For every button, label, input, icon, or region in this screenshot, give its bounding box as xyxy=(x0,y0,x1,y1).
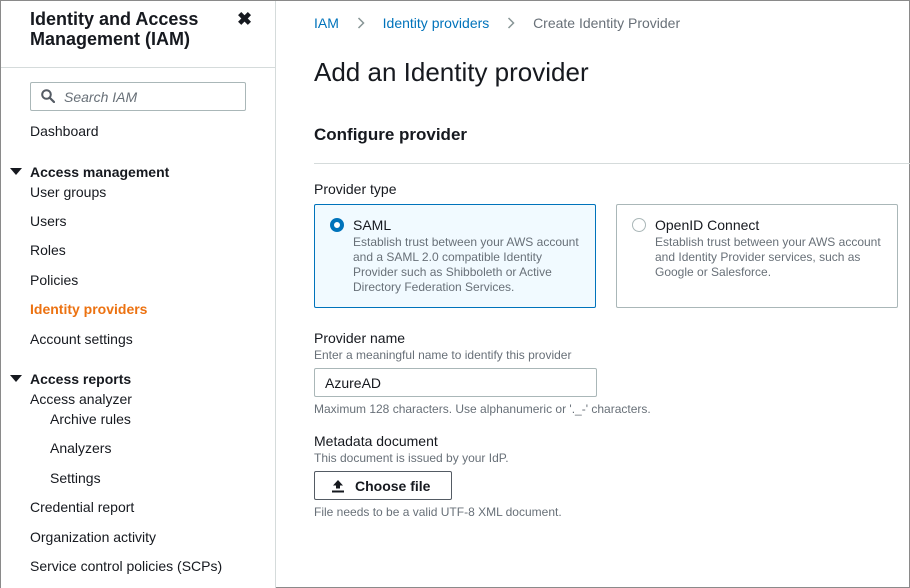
provider-name-input[interactable] xyxy=(314,368,597,397)
sidebar-divider xyxy=(1,67,276,68)
search-icon xyxy=(41,89,55,103)
sidebar-item-organization-activity[interactable]: Organization activity xyxy=(30,529,156,545)
sidebar-item-analyzers[interactable]: Analyzers xyxy=(50,440,111,456)
option-description: Establish trust between your AWS account… xyxy=(655,235,881,279)
caret-down-icon xyxy=(10,375,22,382)
sidebar-item-users[interactable]: Users xyxy=(30,213,67,229)
search-input[interactable] xyxy=(64,87,239,107)
sidebar-item-settings[interactable]: Settings xyxy=(50,470,101,486)
option-name: SAML xyxy=(353,217,392,233)
sidebar-item-user-groups[interactable]: User groups xyxy=(30,184,106,200)
search-box[interactable] xyxy=(30,82,246,111)
upload-icon xyxy=(332,480,344,493)
metadata-label: Metadata document xyxy=(314,433,438,449)
choose-file-label: Choose file xyxy=(355,478,431,494)
sidebar-item-policies[interactable]: Policies xyxy=(30,272,78,288)
section-label: Access reports xyxy=(30,371,132,387)
provider-name-constraint: Maximum 128 characters. Use alphanumeric… xyxy=(314,402,651,416)
option-name: OpenID Connect xyxy=(655,217,760,233)
radio-icon[interactable] xyxy=(330,218,344,232)
section-title: Configure provider xyxy=(314,125,468,144)
section-label: Access management xyxy=(30,164,170,180)
provider-option-openid-connect[interactable]: OpenID Connect Establish trust between y… xyxy=(616,204,898,308)
chevron-right-icon xyxy=(357,17,365,29)
section-access-reports[interactable]: Access reports xyxy=(10,371,131,387)
breadcrumb-identity-providers[interactable]: Identity providers xyxy=(383,15,490,31)
radio-icon[interactable] xyxy=(632,218,646,232)
sidebar-item-identity-providers[interactable]: Identity providers xyxy=(30,301,147,317)
breadcrumb-iam[interactable]: IAM xyxy=(314,15,339,31)
chevron-right-icon xyxy=(508,17,515,29)
breadcrumb: IAM Identity providers Create Identity P… xyxy=(314,15,680,31)
sidebar-item-credential-report[interactable]: Credential report xyxy=(30,499,134,515)
choose-file-button[interactable]: Choose file xyxy=(314,471,452,500)
close-icon[interactable]: ✖ xyxy=(237,9,252,30)
sidebar-title: Identity and Access Management (IAM) xyxy=(30,9,199,49)
option-description: Establish trust between your AWS account… xyxy=(353,235,579,294)
sidebar: Identity and Access Management (IAM) ✖ D… xyxy=(1,1,276,588)
sidebar-item-access-analyzer[interactable]: Access analyzer xyxy=(30,391,132,407)
provider-name-label: Provider name xyxy=(314,330,406,346)
sidebar-item-scps[interactable]: Service control policies (SCPs) xyxy=(30,558,222,574)
section-divider xyxy=(314,163,910,164)
metadata-description: This document is issued by your IdP. xyxy=(314,451,509,465)
metadata-hint: File needs to be a valid UTF-8 XML docum… xyxy=(314,505,562,519)
sidebar-item-archive-rules[interactable]: Archive rules xyxy=(50,411,131,427)
sidebar-item-roles[interactable]: Roles xyxy=(30,242,66,258)
sidebar-item-dashboard[interactable]: Dashboard xyxy=(30,123,99,139)
section-access-management[interactable]: Access management xyxy=(10,164,169,180)
caret-down-icon xyxy=(10,168,22,175)
sidebar-item-account-settings[interactable]: Account settings xyxy=(30,331,133,347)
breadcrumb-current: Create Identity Provider xyxy=(533,15,681,31)
provider-type-label: Provider type xyxy=(314,181,397,197)
page-title: Add an Identity provider xyxy=(314,57,589,87)
provider-option-saml[interactable]: SAML Establish trust between your AWS ac… xyxy=(314,204,596,308)
provider-name-description: Enter a meaningful name to identify this… xyxy=(314,348,572,362)
